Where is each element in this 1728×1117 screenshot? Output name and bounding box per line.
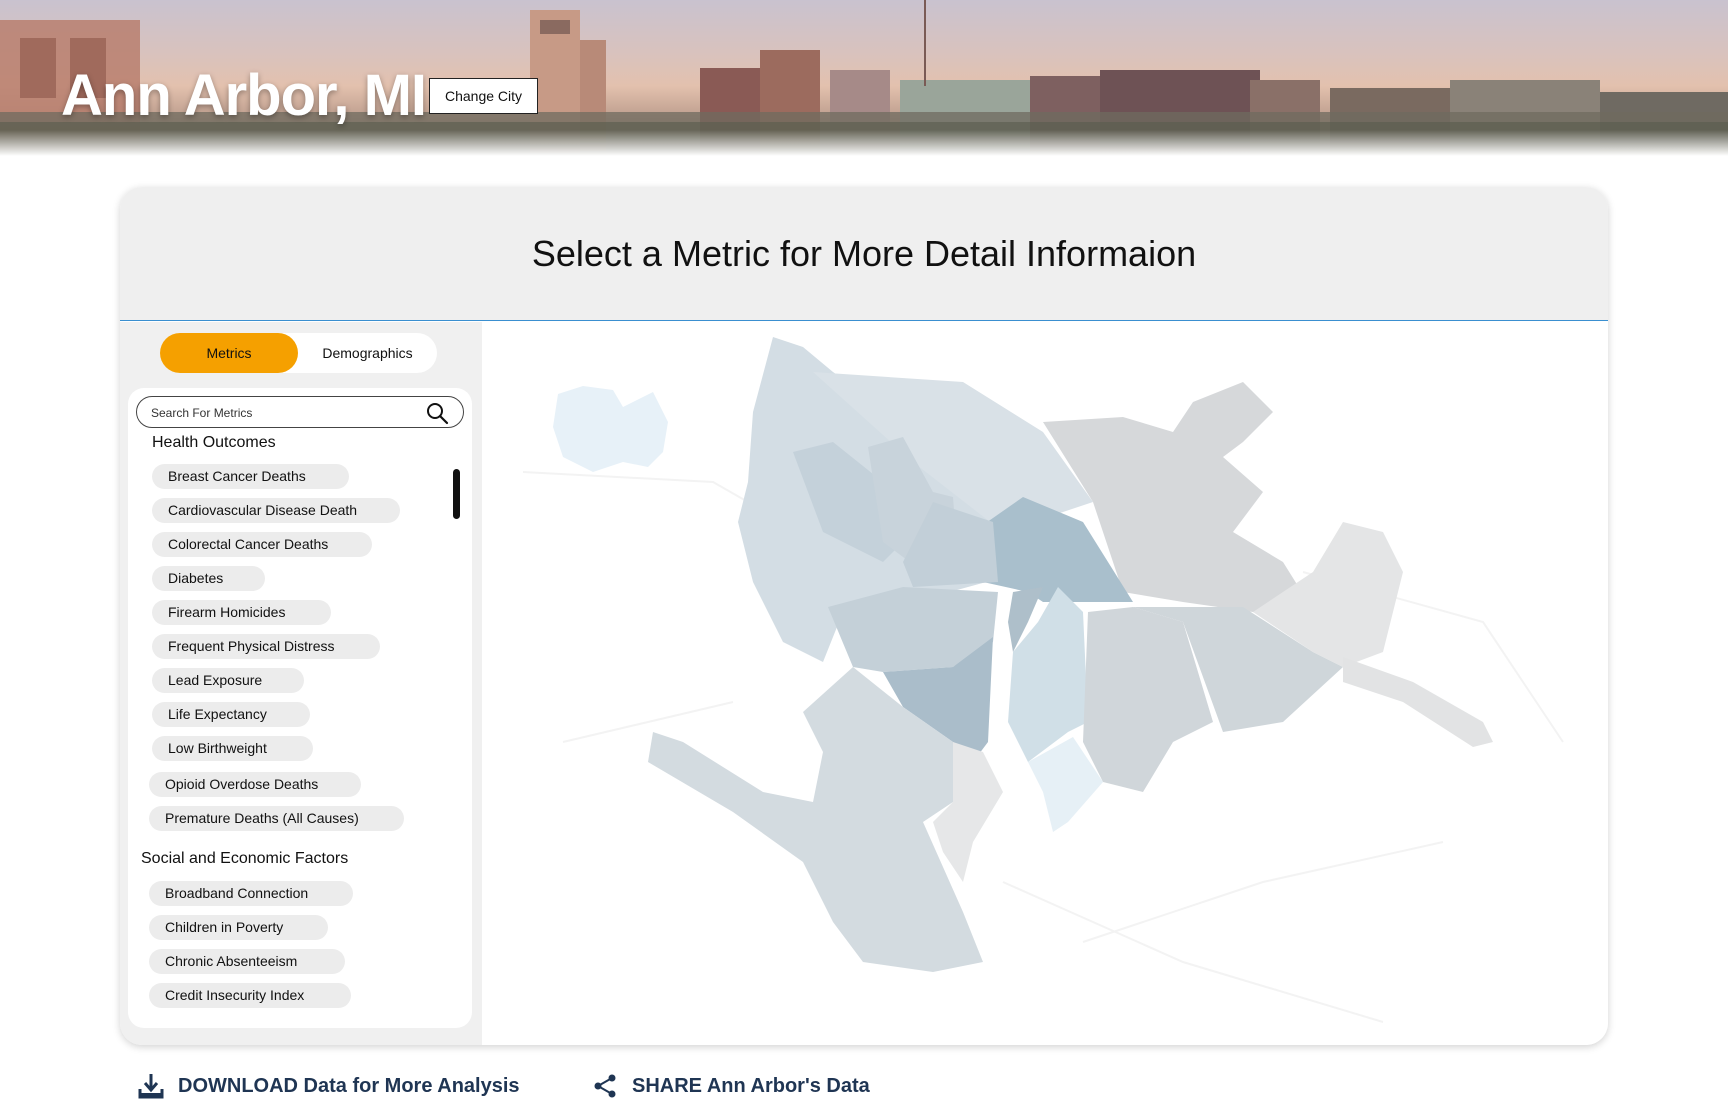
metric-item[interactable]: Frequent Physical Distress: [152, 634, 380, 659]
metrics-card: Select a Metric for More Detail Informai…: [120, 187, 1608, 1045]
metric-item[interactable]: Chronic Absenteeism: [149, 949, 345, 974]
metric-item[interactable]: Life Expectancy: [152, 702, 310, 727]
card-title: Select a Metric for More Detail Informai…: [531, 233, 1197, 274]
search-icon[interactable]: [425, 401, 449, 425]
share-label: SHARE Ann Arbor's Data: [632, 1074, 870, 1097]
tab-demographics[interactable]: Demographics: [298, 333, 437, 373]
metrics-list: Health Outcomes Breast Cancer Deaths Car…: [128, 388, 472, 1028]
metric-item[interactable]: Low Birthweight: [152, 736, 313, 761]
metric-item[interactable]: Lead Exposure: [152, 668, 304, 693]
metric-item[interactable]: Colorectal Cancer Deaths: [152, 532, 372, 557]
metric-item[interactable]: Broadband Connection: [149, 881, 353, 906]
tab-metrics[interactable]: Metrics: [160, 333, 298, 373]
map-region[interactable]: [553, 386, 668, 472]
share-icon: [594, 1074, 616, 1098]
download-icon: [138, 1074, 164, 1099]
metric-item[interactable]: Children in Poverty: [149, 915, 328, 940]
map-region[interactable]: [1343, 657, 1493, 747]
metrics-demographics-toggle: Metrics Demographics: [160, 333, 437, 373]
metrics-panel: Metrics Demographics Health Outcomes Bre…: [120, 322, 482, 1045]
metric-item[interactable]: Diabetes: [152, 566, 265, 591]
section-heading: Social and Economic Factors: [141, 850, 349, 867]
card-header: Select a Metric for More Detail Informai…: [120, 187, 1608, 321]
search-box: [136, 396, 464, 428]
download-label: DOWNLOAD Data for More Analysis: [178, 1074, 520, 1097]
change-city-button[interactable]: Change City: [429, 78, 538, 114]
city-title: Ann Arbor, MI: [61, 63, 427, 128]
share-data-link[interactable]: SHARE Ann Arbor's Data: [590, 1071, 870, 1101]
metric-item[interactable]: Credit Insecurity Index: [149, 983, 351, 1008]
metric-item[interactable]: Firearm Homicides: [152, 600, 331, 625]
download-data-link[interactable]: DOWNLOAD Data for More Analysis: [136, 1071, 520, 1101]
metric-item[interactable]: Breast Cancer Deaths: [152, 464, 349, 489]
choropleth-map[interactable]: [483, 322, 1608, 1045]
metric-item[interactable]: Opioid Overdose Deaths: [149, 772, 361, 797]
section-heading: Health Outcomes: [152, 434, 276, 451]
metric-item[interactable]: Premature Deaths (All Causes): [149, 806, 404, 831]
metric-item[interactable]: Cardiovascular Disease Death: [152, 498, 400, 523]
metrics-scrollbar[interactable]: [453, 469, 460, 519]
search-input[interactable]: [151, 403, 411, 423]
map-canvas[interactable]: [483, 322, 1608, 1045]
